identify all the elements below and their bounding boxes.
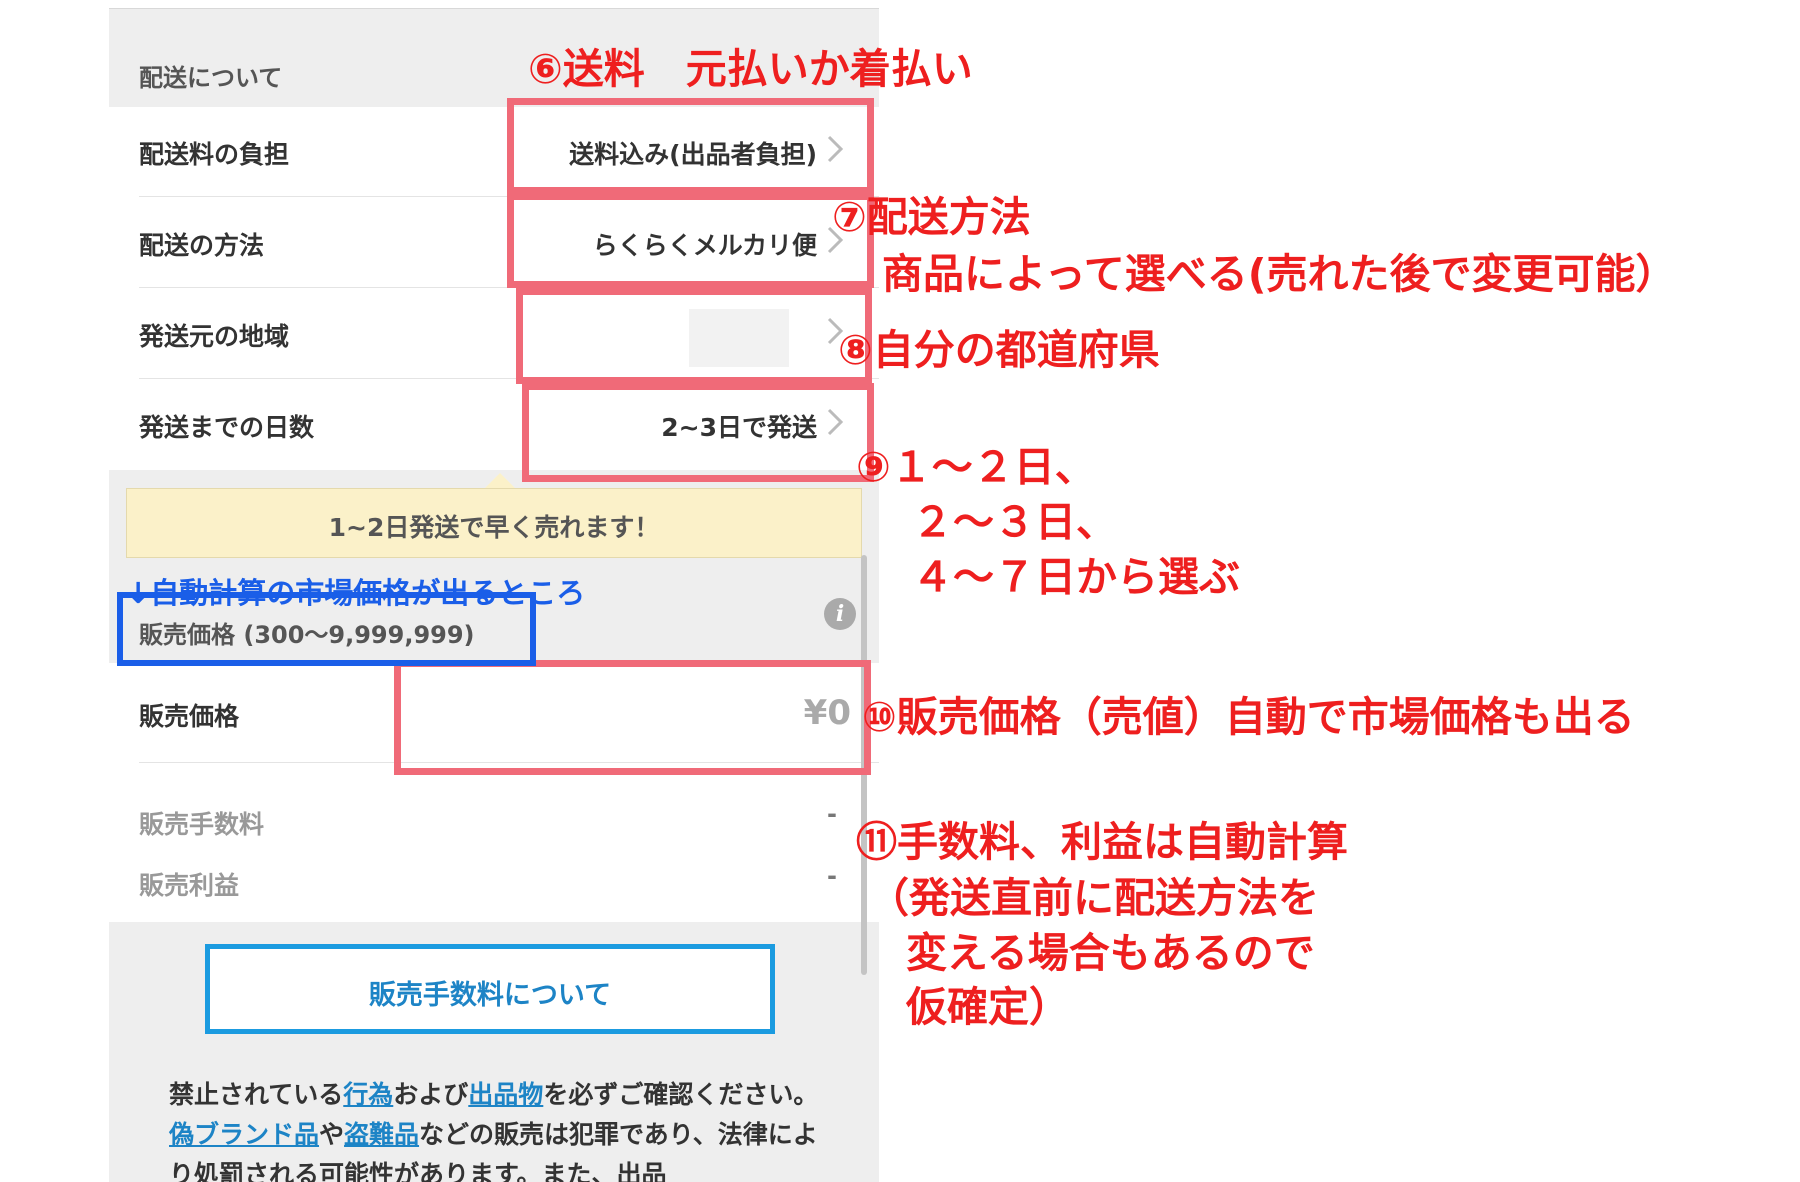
shipping-fee-highlight bbox=[507, 98, 874, 194]
annotation-sale-price: ⑩販売価格（売値）自動で市場価格も出る bbox=[862, 693, 1635, 741]
ship-from-region-label: 発送元の地域 bbox=[139, 322, 290, 351]
profit-label: 販売利益 bbox=[139, 871, 240, 900]
shipping-tip-text: 1~2日発送で早く売れます！ bbox=[328, 513, 660, 542]
annotation-region: ⑧自分の都道府県 bbox=[838, 326, 1160, 374]
shipping-method-highlight bbox=[507, 193, 874, 288]
fee-label: 販売手数料 bbox=[139, 810, 265, 839]
days-highlight bbox=[522, 383, 874, 482]
shipping-method-label: 配送の方法 bbox=[139, 231, 265, 260]
annotation-fee-1: ⑪手数料、利益は自動計算 bbox=[856, 818, 1348, 866]
annotation-market-price: ↓自動計算の市場価格が出るところ bbox=[126, 576, 586, 610]
region-highlight bbox=[516, 288, 872, 384]
shipping-fee-label: 配送料の負担 bbox=[139, 140, 290, 169]
annotation-fee-2: （発送直前に配送方法を bbox=[868, 874, 1319, 922]
annotation-days-3: ４～７日から選ぶ bbox=[912, 553, 1240, 601]
counterfeit-brand-link[interactable]: 偽ブランド品 bbox=[169, 1120, 319, 1149]
annotation-fee-4: 仮確定） bbox=[906, 983, 1070, 1031]
annotation-shipping-method: ⑦配送方法 bbox=[832, 193, 1031, 241]
annotation-days-1: ⑨１～２日、 bbox=[856, 443, 1096, 491]
fee-info-button[interactable]: 販売手数料について bbox=[205, 944, 775, 1034]
annotation-shipping-method-note: 商品によって選べる(売れた後で変更可能） bbox=[882, 250, 1677, 298]
prohibited-items-notice: 禁止されている行為および出品物を必ずご確認ください。偽ブランド品や盗難品などの販… bbox=[169, 1080, 819, 1182]
shipping-section-title: 配送について bbox=[139, 64, 283, 92]
tip-pointer bbox=[484, 473, 516, 489]
price-highlight bbox=[394, 660, 871, 775]
annotation-days-2: ２～３日、 bbox=[912, 498, 1117, 546]
annotation-fee-3: 変える場合もあるので bbox=[906, 929, 1315, 977]
days-to-ship-label: 発送までの日数 bbox=[139, 413, 315, 442]
stolen-goods-link[interactable]: 盗難品 bbox=[344, 1120, 419, 1149]
info-icon[interactable]: i bbox=[824, 598, 856, 630]
prohibited-acts-link[interactable]: 行為 bbox=[343, 1080, 393, 1109]
fee-info-button-label: 販売手数料について bbox=[368, 980, 612, 1011]
profit-value: - bbox=[827, 862, 837, 890]
prohibited-items-link[interactable]: 出品物 bbox=[468, 1080, 543, 1109]
shipping-tip-banner: 1~2日発送で早く売れます！ bbox=[126, 488, 862, 558]
price-label: 販売価格 bbox=[139, 702, 240, 731]
annotation-shipping-fee: ⑥送料 元払いか着払い bbox=[528, 45, 973, 93]
fee-value: - bbox=[827, 800, 837, 828]
